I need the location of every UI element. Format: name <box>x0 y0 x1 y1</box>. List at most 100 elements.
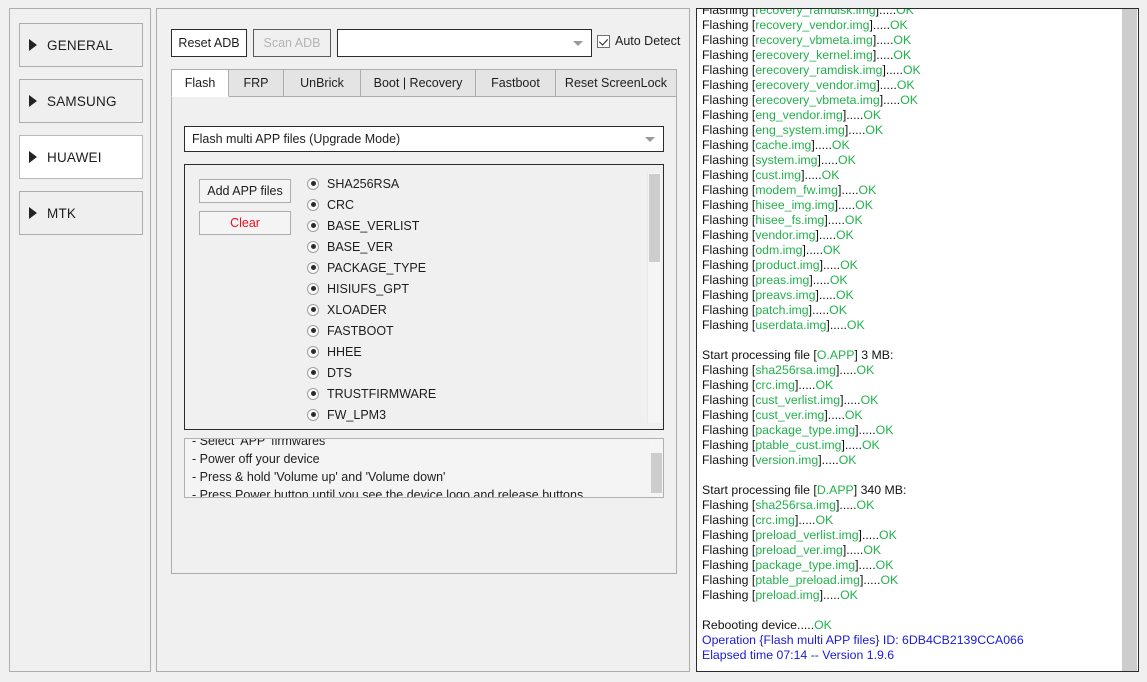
log-prefix: Flashing [ <box>702 18 756 32</box>
partition-radio-row[interactable]: TRUSTFIRMWARE <box>303 383 651 404</box>
add-app-files-button[interactable]: Add APP files <box>199 179 291 203</box>
partition-radio-row[interactable]: XLOADER <box>303 299 651 320</box>
log-suffix: ]..... <box>824 408 845 422</box>
partition-radio-row[interactable]: HHEE <box>303 341 651 362</box>
log-filename: sha256rsa.img <box>755 363 836 377</box>
tab-reset-screenlock[interactable]: Reset ScreenLock <box>555 69 677 97</box>
tab-flash[interactable]: Flash <box>171 69 229 97</box>
tab-unbrick[interactable]: UnBrick <box>283 69 361 97</box>
sidebar-item-samsung[interactable]: SAMSUNG <box>19 79 143 123</box>
log-prefix: Flashing [ <box>702 438 756 452</box>
radio-selected-icon[interactable] <box>307 366 319 379</box>
log-suffix: ]..... <box>824 213 845 227</box>
log-line: Flashing [crc.img].....OK <box>702 378 1118 393</box>
scrollbar-thumb[interactable] <box>651 453 662 493</box>
log-status: OK <box>863 543 882 557</box>
partition-radio-row[interactable]: BASE_VER <box>303 236 651 257</box>
log-prefix: Flashing [ <box>702 153 756 167</box>
log-status: OK <box>815 378 834 392</box>
scrollbar-thumb[interactable] <box>649 174 660 262</box>
reset-adb-button[interactable]: Reset ADB <box>171 29 247 57</box>
scrollbar-thumb[interactable] <box>1122 9 1137 671</box>
partition-radio-row[interactable]: SHA256RSA <box>303 173 651 194</box>
log-status: OK <box>822 243 841 257</box>
partition-radio-row[interactable]: FW_LPM3 <box>303 404 651 423</box>
log-line: Flashing [preload_ver.img].....OK <box>702 543 1118 558</box>
log-line: Start processing file [D.APP] 340 MB: <box>702 483 1118 498</box>
partition-radio-row[interactable]: DTS <box>303 362 651 383</box>
radio-selected-icon[interactable] <box>307 324 319 337</box>
log-prefix: Flashing [ <box>702 123 756 137</box>
log-line: Flashing [odm.img].....OK <box>702 243 1118 258</box>
tab-frp[interactable]: FRP <box>228 69 284 97</box>
log-output: Flashing [recovery_ramdisk.img].....OK Fl… <box>702 8 1118 663</box>
reset-adb-label: Reset ADB <box>178 36 240 50</box>
chevron-right-icon <box>29 207 37 219</box>
tab-label: UnBrick <box>300 76 344 90</box>
tab-boot-recovery[interactable]: Boot | Recovery <box>360 69 476 97</box>
log-status: OK <box>835 228 854 242</box>
radio-selected-icon[interactable] <box>307 282 319 295</box>
log-filename: product.img <box>755 258 820 272</box>
partition-label: HHEE <box>327 344 362 359</box>
partition-list-scrollbar[interactable] <box>647 173 661 423</box>
chevron-right-icon <box>29 151 37 163</box>
log-line: Flashing [system.img].....OK <box>702 153 1118 168</box>
log-status: OK <box>856 498 875 512</box>
sidebar-item-huawei[interactable]: HUAWEI <box>19 135 143 179</box>
log-filename: vendor.img <box>755 228 816 242</box>
log-filename: ptable_preload.img <box>755 573 860 587</box>
sidebar-item-general[interactable]: GENERAL <box>19 23 143 67</box>
log-scrollbar[interactable] <box>1121 9 1138 671</box>
partition-radio-row[interactable]: HISIUFS_GPT <box>303 278 651 299</box>
log-filename: cache.img <box>755 138 812 152</box>
radio-selected-icon[interactable] <box>307 219 319 232</box>
device-select[interactable] <box>337 29 592 57</box>
flash-mode-select[interactable]: Flash multi APP files (Upgrade Mode) <box>184 126 664 152</box>
auto-detect-checkbox[interactable]: Auto Detect <box>597 34 680 48</box>
log-prefix: Flashing [ <box>702 243 756 257</box>
log-suffix: ]..... <box>802 243 823 257</box>
radio-selected-icon[interactable] <box>307 345 319 358</box>
log-filename: erecovery_ramdisk.img <box>755 63 883 77</box>
partition-radio-row[interactable]: BASE_VERLIST <box>303 215 651 236</box>
log-status: OK <box>860 393 879 407</box>
sidebar-item-mtk[interactable]: MTK <box>19 191 143 235</box>
log-suffix: ] 3 MB: <box>854 348 894 362</box>
partition-radio-row[interactable]: FASTBOOT <box>303 320 651 341</box>
radio-selected-icon[interactable] <box>307 387 319 400</box>
log-suffix: ]..... <box>794 513 816 527</box>
log-prefix: Flashing [ <box>702 393 756 407</box>
radio-selected-icon[interactable] <box>307 198 319 211</box>
radio-selected-icon[interactable] <box>307 177 319 190</box>
instruction-line: - Press Power button until you see the d… <box>192 488 584 498</box>
tab-fastboot[interactable]: Fastboot <box>475 69 556 97</box>
instructions-scrollbar[interactable] <box>650 439 663 497</box>
log-prefix: Flashing [ <box>702 8 756 17</box>
log-filename: crc.img <box>755 378 795 392</box>
log-suffix: ]..... <box>842 543 864 557</box>
log-filename: version.img <box>755 453 819 467</box>
log-prefix: Flashing [ <box>702 423 756 437</box>
radio-selected-icon[interactable] <box>307 240 319 253</box>
partition-label: FW_LPM3 <box>327 407 387 422</box>
log-status: OK <box>889 18 908 32</box>
clear-button[interactable]: Clear <box>199 211 291 235</box>
log-suffix: ]..... <box>858 528 880 542</box>
tab-label: Reset ScreenLock <box>564 76 668 90</box>
radio-selected-icon[interactable] <box>307 303 319 316</box>
log-suffix: ]..... <box>872 48 894 62</box>
log-filename: preas.img <box>755 273 810 287</box>
log-line: Flashing [eng_system.img].....OK <box>702 123 1118 138</box>
log-filename: cust_ver.img <box>755 408 825 422</box>
radio-selected-icon[interactable] <box>307 408 319 421</box>
radio-selected-icon[interactable] <box>307 261 319 274</box>
partition-radio-row[interactable]: PACKAGE_TYPE <box>303 257 651 278</box>
partition-radio-row[interactable]: CRC <box>303 194 651 215</box>
log-prefix: Rebooting device..... <box>702 618 815 632</box>
partition-radio-list[interactable]: SHA256RSA CRC BASE_VERLIST BASE_VER PACKAGE_… <box>303 173 651 423</box>
main-panel: Reset ADB Scan ADB Auto Detect Flash FRP… <box>156 8 690 672</box>
log-panel[interactable]: Flashing [recovery_ramdisk.img].....OK Fl… <box>696 8 1139 672</box>
log-status: OK <box>815 513 834 527</box>
